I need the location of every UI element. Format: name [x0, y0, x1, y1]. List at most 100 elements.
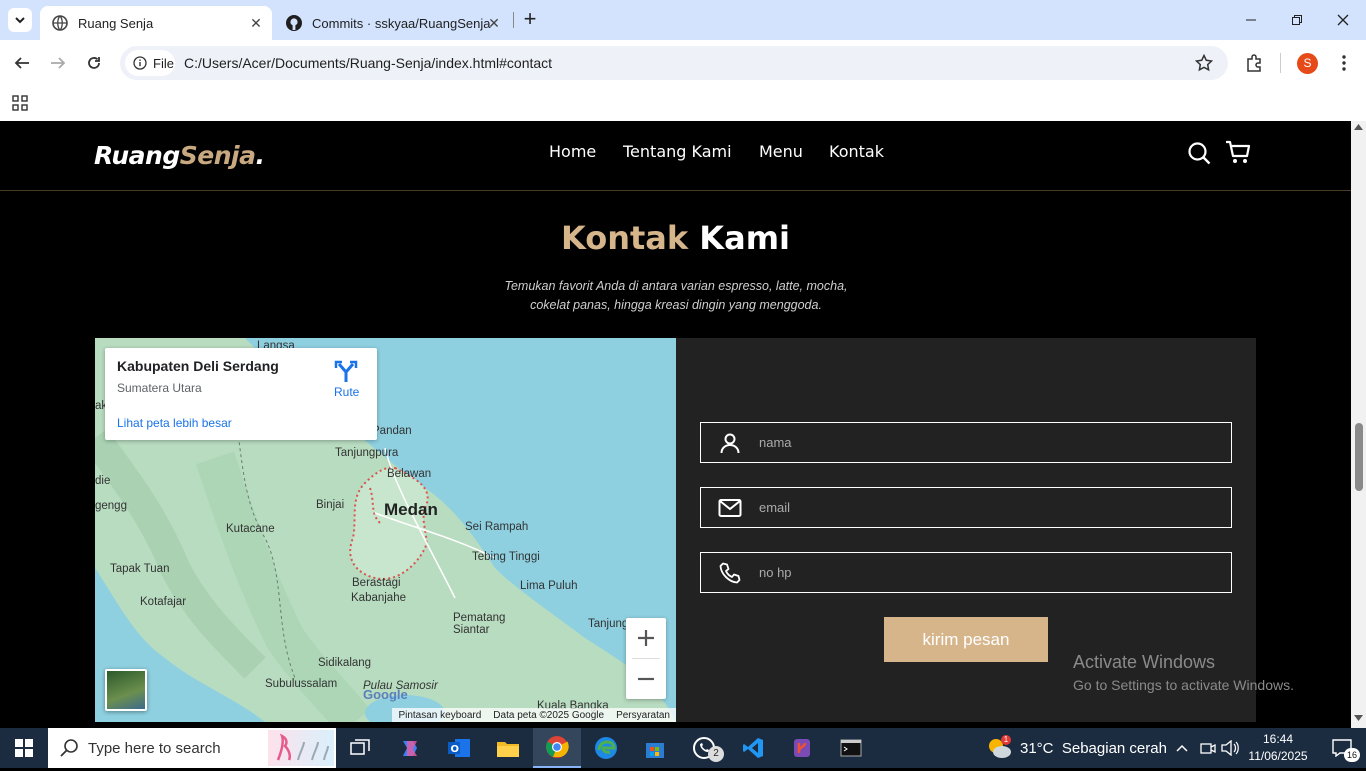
back-button[interactable] — [10, 51, 34, 75]
tab-ruang-senja[interactable]: Ruang Senja ✕ — [40, 6, 272, 40]
whatsapp-icon[interactable]: 2 — [680, 728, 728, 768]
copilot-icon[interactable] — [386, 728, 434, 768]
terms-link[interactable]: Persyaratan — [616, 710, 670, 721]
view-larger-map-link[interactable]: Lihat peta lebih besar — [117, 416, 232, 430]
reload-icon — [88, 57, 100, 69]
scroll-up-arrow-icon[interactable] — [1354, 124, 1363, 130]
shopping-cart-icon[interactable] — [1225, 140, 1251, 171]
user-icon — [701, 432, 759, 454]
task-view-icon[interactable] — [336, 728, 384, 768]
activate-windows-title: Activate Windows — [1073, 652, 1216, 672]
info-icon — [133, 56, 147, 70]
site-info-chip[interactable]: File — [125, 50, 175, 76]
zoom-in-button[interactable] — [626, 618, 666, 658]
minimize-button[interactable] — [1228, 0, 1274, 40]
name-input[interactable] — [759, 435, 1199, 450]
reload-button[interactable] — [82, 51, 106, 75]
taskbar-search[interactable]: Type here to search — [48, 728, 336, 768]
tab-title: Ruang Senja — [78, 15, 154, 31]
google-map-embed[interactable]: Langsa ak Pandan Tanjungpura Belawan die… — [95, 338, 676, 722]
file-label: File — [153, 55, 174, 71]
microsoft-store-icon[interactable] — [631, 728, 679, 768]
arrow-left-icon — [14, 57, 29, 69]
map-city-label: Tebing Tinggi — [472, 551, 540, 563]
place-title: Kabupaten Deli Serdang — [117, 358, 279, 374]
git-app-icon[interactable] — [778, 728, 826, 768]
map-city-label: die — [95, 475, 111, 487]
nav-home[interactable]: Home — [549, 142, 596, 161]
close-tab-icon[interactable]: ✕ — [248, 15, 264, 31]
activate-windows-text: Go to Settings to activate Windows. — [1073, 677, 1294, 693]
email-input[interactable] — [759, 500, 1199, 515]
scrollbar-thumb[interactable] — [1355, 423, 1363, 491]
map-city-label: Tanjung — [588, 618, 629, 630]
map-city-label: Subulussalam — [265, 678, 338, 690]
close-window-button[interactable] — [1320, 0, 1366, 40]
search-placeholder: Type here to search — [88, 739, 221, 757]
chrome-taskbar-icon[interactable] — [533, 728, 581, 768]
minus-icon — [638, 677, 654, 681]
notification-count: 16 — [1344, 748, 1360, 762]
apps-grid-icon[interactable] — [8, 91, 32, 115]
show-hidden-icons-chevron-icon[interactable] — [1170, 728, 1194, 768]
weather-widget[interactable]: 1 31°C Sebagian cerah — [986, 728, 1167, 768]
bookmark-star-icon[interactable] — [1192, 51, 1216, 75]
email-field[interactable] — [700, 487, 1232, 528]
phone-input[interactable] — [759, 565, 1199, 580]
system-clock[interactable]: 16:44 11/06/2025 — [1246, 731, 1310, 765]
close-tab-icon[interactable]: ✕ — [486, 15, 502, 31]
send-message-button[interactable]: kirim pesan — [884, 617, 1048, 662]
github-icon — [286, 15, 302, 31]
windows-taskbar: Type here to search O 2 1 31°C Sebagian … — [0, 728, 1366, 768]
nav-tentang-kami[interactable]: Tentang Kami — [623, 142, 732, 161]
nav-kontak[interactable]: Kontak — [829, 142, 884, 161]
tab-divider — [513, 12, 514, 28]
tab-commits[interactable]: Commits · sskyaa/RuangSenja ✕ — [274, 6, 510, 40]
heading-rest: Kami — [699, 219, 790, 257]
keyboard-shortcuts-link[interactable]: Pintasan keyboard — [398, 710, 481, 721]
phone-field[interactable] — [700, 552, 1232, 593]
directions-label[interactable]: Rute — [334, 385, 359, 399]
satellite-toggle-thumbnail[interactable] — [105, 669, 147, 711]
globe-icon — [52, 15, 68, 31]
name-field[interactable] — [700, 422, 1232, 463]
section-heading: Kontak Kami — [0, 219, 1351, 257]
forward-button[interactable] — [46, 51, 70, 75]
file-explorer-icon[interactable] — [484, 728, 532, 768]
new-tab-icon[interactable]: + — [518, 8, 542, 32]
nav-menu[interactable]: Menu — [759, 142, 803, 161]
map-city-label: Sei Rampah — [465, 521, 529, 533]
place-subtitle: Sumatera Utara — [117, 381, 202, 395]
weather-desc: Sebagian cerah — [1061, 739, 1167, 757]
tab-title: Commits · sskyaa/RuangSenja — [312, 15, 491, 31]
zoom-out-button[interactable] — [626, 659, 666, 699]
start-button[interactable] — [0, 728, 48, 768]
map-data-credit: Data peta ©2025 Google — [493, 709, 605, 721]
directions-icon[interactable] — [334, 360, 358, 384]
address-bar[interactable]: File C:/Users/Acer/Documents/Ruang-Senja… — [120, 46, 1228, 80]
volume-icon[interactable] — [1218, 728, 1242, 768]
clock-time: 16:44 — [1262, 732, 1294, 746]
terminal-icon[interactable] — [827, 728, 875, 768]
vscode-icon[interactable] — [729, 728, 777, 768]
page-scrollbar[interactable] — [1351, 121, 1366, 728]
tab-search-button[interactable] — [8, 8, 32, 32]
notification-center-icon[interactable]: 16 — [1318, 728, 1366, 768]
svg-text:O: O — [451, 744, 460, 755]
scroll-down-arrow-icon[interactable] — [1354, 715, 1363, 721]
extensions-icon[interactable] — [1242, 51, 1266, 75]
map-city-label: gengg — [95, 500, 127, 512]
url-text[interactable]: C:/Users/Acer/Documents/Ruang-Senja/inde… — [184, 55, 552, 71]
profile-avatar[interactable]: S — [1297, 53, 1318, 74]
outlook-icon[interactable]: O — [435, 728, 483, 768]
edge-icon[interactable] — [582, 728, 630, 768]
browser-tab-bar: Ruang Senja ✕ Commits · sskyaa/RuangSenj… — [0, 0, 1366, 40]
site-logo[interactable]: RuangSenja. — [94, 141, 265, 170]
search-icon[interactable] — [1187, 141, 1211, 170]
map-city-label: Sidikalang — [318, 657, 372, 669]
menu-kebab-icon[interactable] — [1332, 51, 1356, 75]
meet-now-icon[interactable] — [1196, 728, 1220, 768]
restore-button[interactable] — [1274, 0, 1320, 40]
logo-main-text: Ruang — [94, 141, 180, 170]
heading-accent: Kontak — [560, 219, 689, 257]
